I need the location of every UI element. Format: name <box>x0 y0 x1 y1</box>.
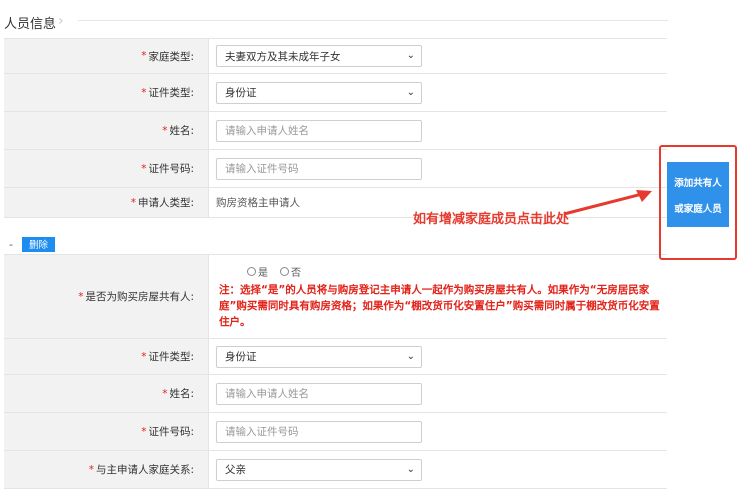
relation-row: * 与主申请人家庭关系: 父亲 ⌄ <box>4 451 667 489</box>
section-header: 人员信息 › <box>0 0 670 38</box>
add-co-owner-button[interactable]: 添加共有人 或家庭人员 <box>667 162 729 227</box>
annotation-arrow-icon <box>563 190 652 216</box>
id-number-label: * 证件号码: <box>4 150 209 187</box>
member-id-number-row: * 证件号码: 请输入证件号码 <box>4 413 667 451</box>
section-divider <box>78 20 668 21</box>
id-type-row: * 证件类型: 身份证 ⌄ <box>4 74 667 112</box>
co-owner-note: 注：选择“是”的人员将与购房登记主申请人一起作为购买房屋共有人。如果作为“无房居… <box>219 283 660 328</box>
name-row: * 姓名: 请输入申请人姓名 <box>4 112 667 150</box>
id-type-label: * 证件类型: <box>4 74 209 111</box>
radio-no[interactable]: 否 <box>280 264 301 279</box>
chevron-down-icon: ⌄ <box>406 86 415 98</box>
id-type-select[interactable]: 身份证 ⌄ <box>216 81 422 104</box>
applicant-type-label: * 申请人类型: <box>4 188 209 217</box>
name-label: * 姓名: <box>4 112 209 149</box>
co-owner-row: * 是否为购买房屋共有人: 是 否 注：选择“是”的人员将与购房登记主申请人一起作… <box>4 255 667 339</box>
member-id-type-select[interactable]: 身份证 ⌄ <box>216 345 422 368</box>
member-id-number-label: * 证件号码: <box>4 413 209 450</box>
relation-select[interactable]: 父亲 ⌄ <box>216 458 422 481</box>
member-name-input[interactable]: 请输入申请人姓名 <box>216 382 422 405</box>
member-id-type-row: * 证件类型: 身份证 ⌄ <box>4 339 667 375</box>
annotation-text: 如有增减家庭成员点击此处 <box>413 212 570 227</box>
radio-circle-icon <box>280 266 289 276</box>
family-type-select[interactable]: 夫妻双方及其未成年子女 ⌄ <box>216 45 422 67</box>
chevron-right-icon: › <box>58 13 64 29</box>
radio-yes[interactable]: 是 <box>247 264 268 279</box>
radio-circle-icon <box>247 266 256 276</box>
member-id-type-label: * 证件类型: <box>4 339 209 374</box>
collapse-icon[interactable]: - <box>4 237 18 251</box>
required-mark: * <box>141 50 147 62</box>
id-number-input[interactable]: 请输入证件号码 <box>216 157 422 180</box>
member-name-row: * 姓名: 请输入申请人姓名 <box>4 375 667 413</box>
member-id-number-input[interactable]: 请输入证件号码 <box>216 420 422 443</box>
delete-button[interactable]: 删除 <box>22 236 56 252</box>
member-toolbar: - 删除 <box>4 236 56 252</box>
section-title: 人员信息 <box>4 17 57 32</box>
chevron-down-icon: ⌄ <box>406 350 415 362</box>
member-form: * 是否为购买房屋共有人: 是 否 注：选择“是”的人员将与购房登记主申请人一起作… <box>4 254 667 489</box>
chevron-down-icon: ⌄ <box>406 463 415 475</box>
applicant-type-value: 购房资格主申请人 <box>216 197 300 209</box>
id-number-row: * 证件号码: 请输入证件号码 <box>4 150 667 188</box>
family-type-row: * 家庭类型: 夫妻双方及其未成年子女 ⌄ <box>4 39 667 74</box>
family-type-label: * 家庭类型: <box>4 39 209 73</box>
chevron-down-icon: ⌄ <box>406 50 415 61</box>
member-name-label: * 姓名: <box>4 375 209 412</box>
co-owner-label: * 是否为购买房屋共有人: <box>4 255 209 338</box>
name-input[interactable]: 请输入申请人姓名 <box>216 119 422 142</box>
co-owner-radio-group: 是 否 <box>247 264 301 279</box>
relation-label: * 与主申请人家庭关系: <box>4 451 209 488</box>
